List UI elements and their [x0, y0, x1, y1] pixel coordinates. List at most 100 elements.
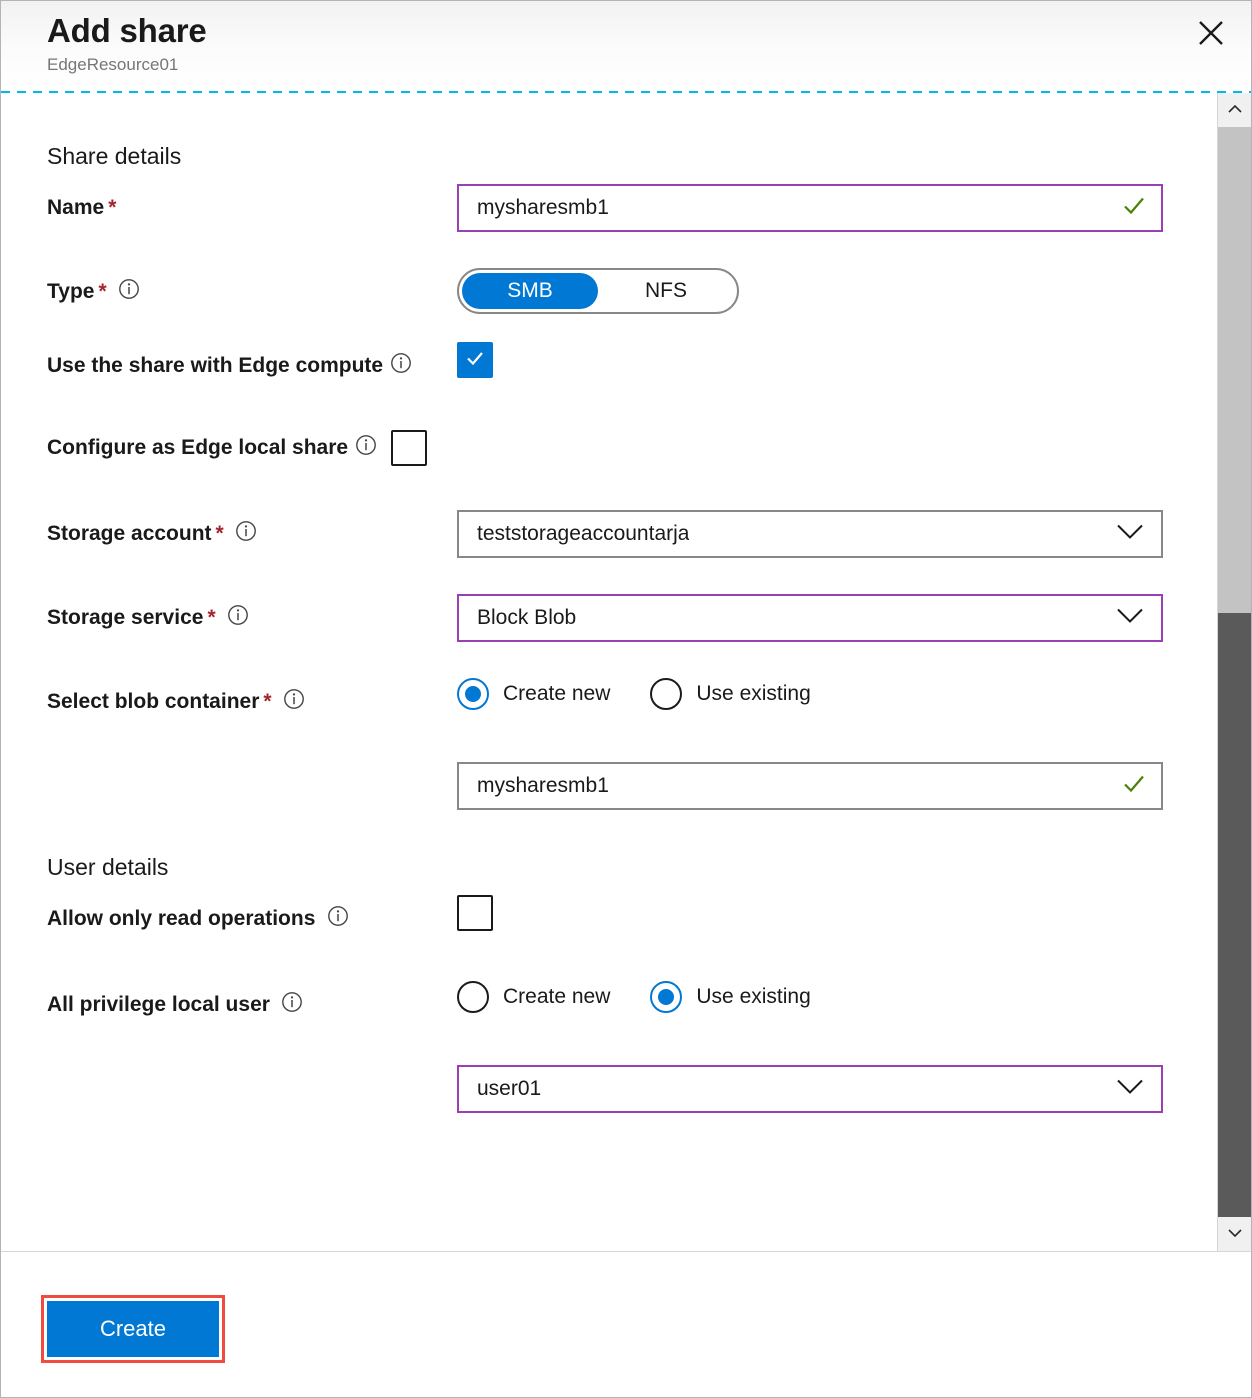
blob-container-radio-create-new[interactable]: Create new [457, 678, 610, 710]
field-label-blob-container: Select blob container* [47, 678, 457, 720]
chevron-down-icon [1115, 1078, 1145, 1101]
scroll-down-button[interactable] [1218, 1217, 1251, 1251]
section-header-share-details: Share details [47, 143, 1219, 170]
storage-account-dropdown[interactable]: teststorageaccountarja [457, 510, 1163, 558]
field-row-edge-local-share: Configure as Edge local share [47, 429, 1219, 466]
radio-selected-icon [457, 678, 489, 710]
storage-service-required-marker: * [207, 606, 215, 629]
local-user-label-text: All privilege local user [47, 993, 270, 1016]
storage-account-value: teststorageaccountarja [477, 522, 689, 546]
info-icon[interactable] [283, 688, 305, 715]
checkmark-icon [463, 346, 487, 375]
read-only-label-text: Allow only read operations [47, 907, 315, 930]
field-row-blob-container: Select blob container* Create new [47, 678, 1219, 810]
local-user-option-label: Use existing [696, 985, 810, 1009]
name-input[interactable]: mysharesmb1 [457, 184, 1163, 232]
storage-service-dropdown[interactable]: Block Blob [457, 594, 1163, 642]
chevron-down-icon [1115, 523, 1145, 546]
info-icon[interactable] [235, 520, 257, 547]
close-button[interactable] [1187, 11, 1235, 55]
page-title: Add share [47, 11, 1251, 51]
name-label-text: Name [47, 196, 104, 219]
radio-selected-icon [650, 981, 682, 1013]
local-user-value: user01 [477, 1077, 541, 1101]
info-icon[interactable] [227, 604, 249, 631]
field-control-storage-service: Block Blob [457, 594, 1219, 642]
radio-unselected-icon [457, 981, 489, 1013]
scrollbar-track[interactable] [1218, 127, 1251, 613]
edge-compute-label-text: Use the share with Edge compute [47, 354, 383, 377]
blob-container-radio-group: Create new Use existing [457, 678, 1219, 710]
field-row-storage-service: Storage service* Block Blob [47, 594, 1219, 642]
blade-footer: Create [1, 1251, 1251, 1397]
edge-local-share-label-text: Configure as Edge local share [47, 429, 348, 466]
name-required-marker: * [108, 196, 116, 219]
blade-body: Share details Name* mysharesmb1 [1, 93, 1251, 1251]
blade-header: Add share EdgeResource01 [1, 1, 1251, 93]
field-row-edge-compute: Use the share with Edge compute [47, 342, 1219, 385]
field-control-read-only [457, 895, 1219, 931]
blob-container-option-label: Use existing [696, 682, 810, 706]
chevron-down-icon [1115, 607, 1145, 630]
field-row-name: Name* mysharesmb1 [47, 184, 1219, 232]
name-input-value: mysharesmb1 [477, 196, 609, 220]
blade-subtitle: EdgeResource01 [47, 53, 1251, 77]
field-row-local-user: All privilege local user Create new [47, 981, 1219, 1113]
valid-check-icon [1121, 193, 1147, 224]
field-control-type: SMB NFS [457, 268, 1219, 314]
info-icon[interactable] [327, 905, 349, 932]
section-header-user-details: User details [47, 854, 1219, 881]
blob-container-name-value: mysharesmb1 [477, 774, 609, 798]
storage-account-label-text: Storage account [47, 522, 212, 545]
add-share-blade: Add share EdgeResource01 Share details N… [0, 0, 1252, 1398]
local-user-option-label: Create new [503, 985, 610, 1009]
create-button[interactable]: Create [47, 1301, 219, 1357]
field-label-type: Type* [47, 268, 457, 310]
storage-service-label-text: Storage service [47, 606, 203, 629]
edge-local-share-checkbox[interactable] [391, 430, 427, 466]
field-label-name: Name* [47, 184, 457, 226]
field-control-name: mysharesmb1 [457, 184, 1219, 232]
info-icon[interactable] [390, 352, 412, 379]
type-toggle-group: SMB NFS [457, 268, 739, 314]
type-option-smb[interactable]: SMB [462, 273, 598, 309]
close-icon [1196, 18, 1226, 48]
form-content: Share details Name* mysharesmb1 [1, 93, 1219, 1113]
blob-container-required-marker: * [263, 690, 271, 713]
chevron-up-icon [1227, 101, 1243, 119]
edge-compute-checkbox[interactable] [457, 342, 493, 378]
radio-unselected-icon [650, 678, 682, 710]
field-row-storage-account: Storage account* teststorageaccountarja [47, 510, 1219, 558]
valid-check-icon [1121, 771, 1147, 802]
storage-account-required-marker: * [216, 522, 224, 545]
blob-container-name-input[interactable]: mysharesmb1 [457, 762, 1163, 810]
info-icon[interactable] [281, 991, 303, 1018]
field-label-edge-compute: Use the share with Edge compute [47, 342, 457, 385]
field-label-local-user: All privilege local user [47, 981, 457, 1023]
type-label-text: Type [47, 280, 94, 303]
read-only-checkbox[interactable] [457, 895, 493, 931]
type-option-nfs[interactable]: NFS [598, 273, 734, 309]
info-icon[interactable] [118, 278, 140, 305]
field-control-edge-compute [457, 342, 1219, 378]
local-user-radio-group: Create new Use existing [457, 981, 1219, 1013]
field-control-blob-container: Create new Use existing mysharesmb1 [457, 678, 1219, 810]
scrollbar-thumb[interactable] [1218, 613, 1251, 1217]
storage-service-value: Block Blob [477, 606, 576, 630]
local-user-radio-create-new[interactable]: Create new [457, 981, 610, 1013]
create-button-highlight: Create [41, 1295, 225, 1363]
chevron-down-icon [1227, 1225, 1243, 1243]
blob-container-option-label: Create new [503, 682, 610, 706]
field-label-storage-account: Storage account* [47, 510, 457, 552]
local-user-radio-use-existing[interactable]: Use existing [650, 981, 810, 1013]
blob-container-radio-use-existing[interactable]: Use existing [650, 678, 810, 710]
blob-container-label-text: Select blob container [47, 690, 259, 713]
info-icon[interactable] [355, 434, 377, 461]
type-required-marker: * [98, 280, 106, 303]
field-label-read-only: Allow only read operations [47, 895, 457, 937]
scroll-up-button[interactable] [1218, 93, 1251, 127]
field-row-read-only: Allow only read operations [47, 895, 1219, 937]
vertical-scrollbar[interactable] [1217, 93, 1251, 1251]
local-user-dropdown[interactable]: user01 [457, 1065, 1163, 1113]
field-control-local-user: Create new Use existing user01 [457, 981, 1219, 1113]
